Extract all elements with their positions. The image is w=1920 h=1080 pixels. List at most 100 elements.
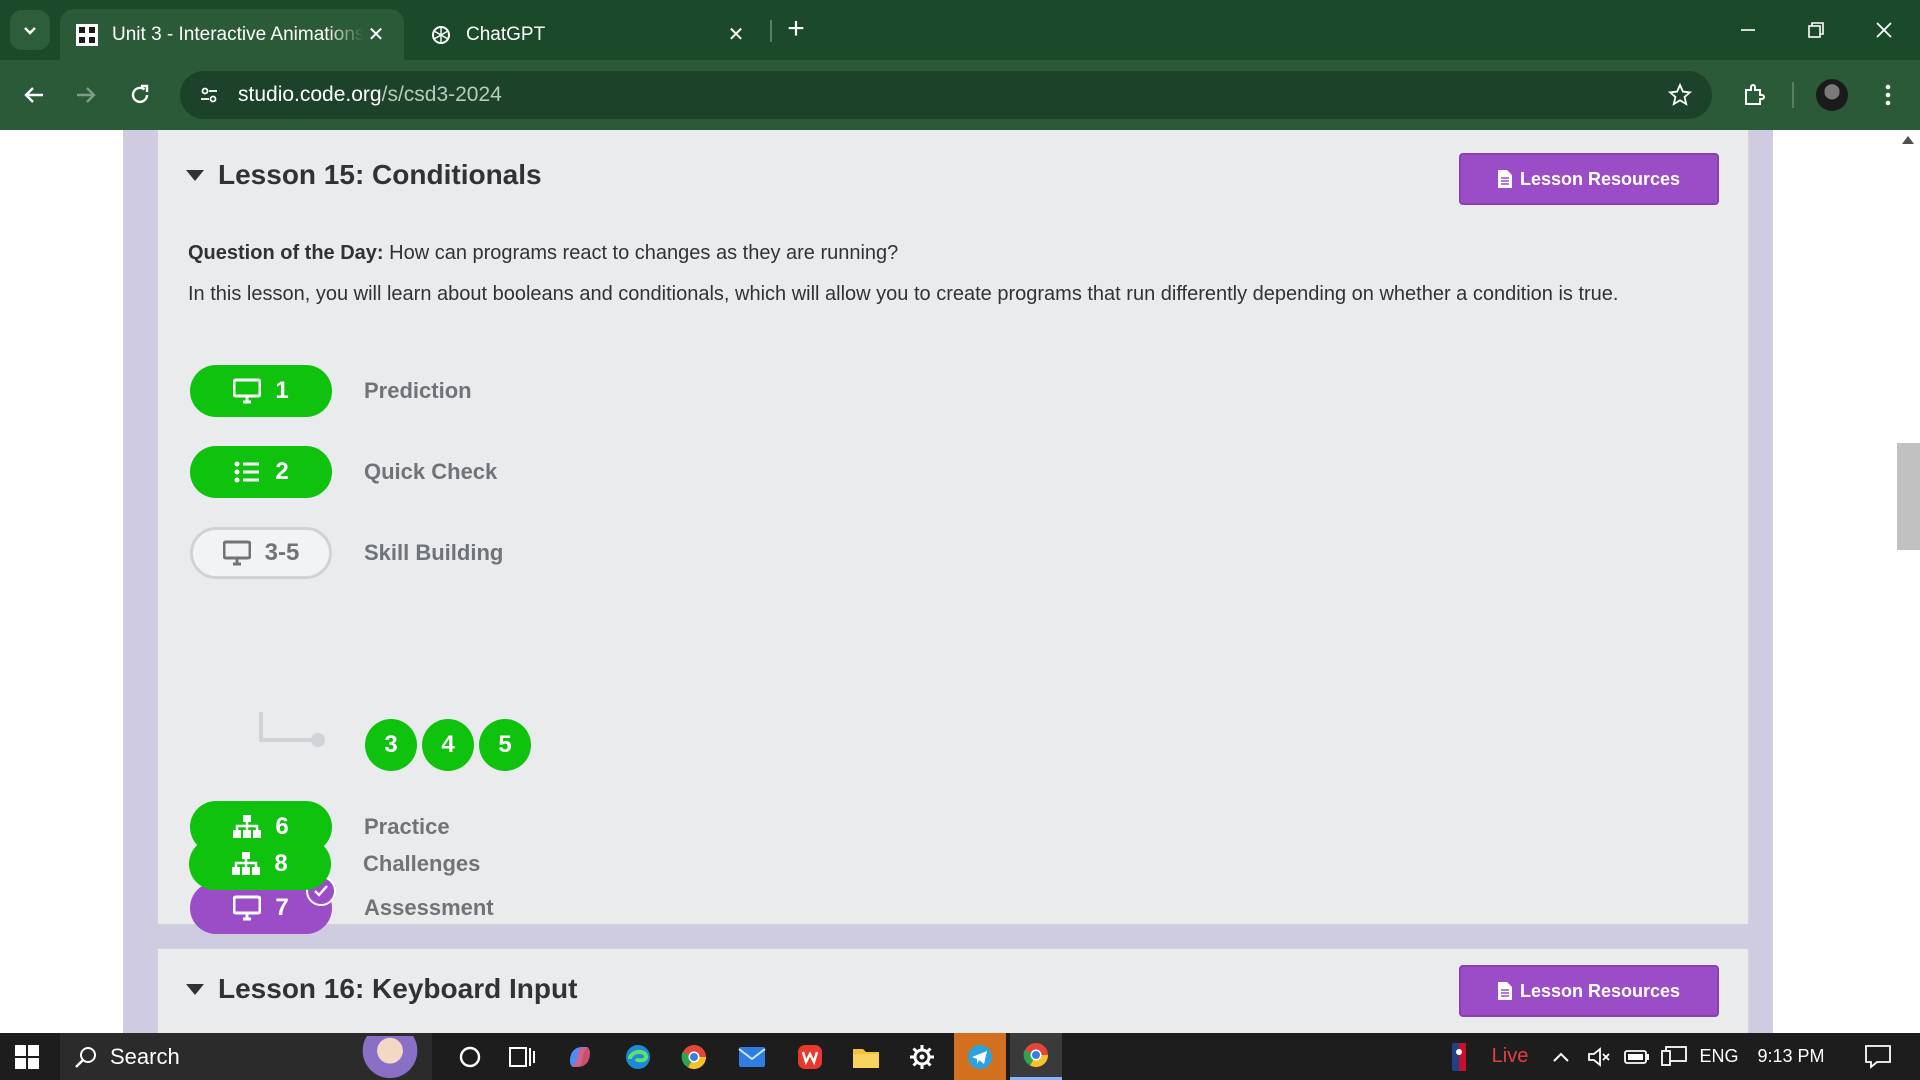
- notification-button[interactable]: [1848, 1033, 1908, 1080]
- level-name[interactable]: Practice: [364, 814, 450, 840]
- tab-title: Unit 3 - Interactive Animations a: [112, 23, 364, 45]
- hierarchy-icon: [233, 814, 262, 840]
- chatgpt-icon: [430, 24, 452, 46]
- network-icon[interactable]: [1658, 1033, 1690, 1080]
- code-org-icon: [76, 23, 98, 46]
- battery-icon[interactable]: [1622, 1033, 1652, 1080]
- windows-logo-icon: [15, 1044, 39, 1069]
- reload-button[interactable]: [120, 75, 160, 115]
- taskbar-app-edge[interactable]: [612, 1033, 664, 1080]
- copilot-icon: [570, 1046, 590, 1067]
- sublevel-bubble[interactable]: 3: [365, 719, 417, 771]
- chrome-icon: [1023, 1043, 1048, 1068]
- live-label[interactable]: Live: [1480, 1033, 1540, 1080]
- restore-button[interactable]: [1782, 0, 1850, 60]
- minimize-icon: [1741, 29, 1755, 31]
- arrow-left-icon: [24, 87, 43, 103]
- notification-icon: [1865, 1044, 1891, 1069]
- document-icon: [1497, 170, 1512, 188]
- sublevel-list: 3 4 5: [365, 719, 536, 771]
- scroll-thumb[interactable]: [1897, 443, 1920, 550]
- language-indicator[interactable]: ENG: [1696, 1033, 1742, 1080]
- back-button[interactable]: [14, 75, 54, 115]
- tab-search-button[interactable]: [10, 10, 50, 50]
- extensions-button[interactable]: [1734, 75, 1774, 115]
- taskbar-search-box[interactable]: Search: [60, 1033, 432, 1080]
- level-bubble[interactable]: 2: [190, 446, 332, 498]
- lesson-description: In this lesson, you will learn about boo…: [188, 283, 1619, 305]
- wps-icon: [798, 1044, 822, 1069]
- taskbar-app-mail[interactable]: [726, 1033, 778, 1080]
- caret-down-icon: [186, 169, 204, 181]
- browser-menu-button[interactable]: [1868, 75, 1908, 115]
- level-name[interactable]: Skill Building: [364, 540, 503, 566]
- sublevel-bubble[interactable]: 5: [479, 719, 531, 771]
- chrome-icon: [681, 1044, 706, 1069]
- taskbar-app-telegram[interactable]: [954, 1033, 1006, 1080]
- new-tab-button[interactable]: +: [780, 14, 812, 46]
- arrow-right-icon: [77, 87, 96, 103]
- sublevel-connector-dot: [311, 733, 325, 747]
- level-name[interactable]: Prediction: [364, 378, 472, 404]
- tab-title: ChatGPT: [466, 23, 546, 45]
- task-view-button[interactable]: [496, 1033, 548, 1080]
- close-window-button[interactable]: [1850, 0, 1918, 60]
- lesson-resources-label: Lesson Resources: [1519, 168, 1681, 189]
- lesson-toggle[interactable]: Lesson 15: Conditionals: [186, 159, 542, 191]
- windows-taskbar: Search Live ENG 9:13 PM: [0, 1033, 1920, 1080]
- caret-down-icon: [186, 983, 204, 995]
- close-icon: [1876, 22, 1892, 38]
- tab-divider: [770, 20, 772, 42]
- toolbar-divider: [1792, 82, 1794, 108]
- speaker-muted-icon[interactable]: [1584, 1033, 1614, 1080]
- level-bubble[interactable]: 1: [190, 365, 332, 417]
- cortana-button[interactable]: [444, 1033, 496, 1080]
- taskbar-app-wps[interactable]: [784, 1033, 836, 1080]
- lesson-title: Lesson 16: Keyboard Input: [218, 973, 578, 1004]
- tab-unit3[interactable]: Unit 3 - Interactive Animations a ✕: [60, 9, 404, 60]
- level-name[interactable]: Quick Check: [364, 459, 497, 485]
- lesson-resources-button[interactable]: Lesson Resources: [1459, 153, 1719, 205]
- monitor-icon: [222, 540, 251, 566]
- taskbar-app-copilot[interactable]: [554, 1033, 606, 1080]
- star-icon[interactable]: [1666, 81, 1694, 109]
- search-icon: [75, 1046, 96, 1068]
- close-icon[interactable]: ✕: [364, 22, 388, 47]
- page-scrollbar[interactable]: [1897, 130, 1920, 1033]
- level-group-bubble[interactable]: 3-5: [190, 527, 332, 579]
- puzzle-icon: [1745, 84, 1765, 105]
- chevron-up-icon[interactable]: [1548, 1033, 1574, 1080]
- nba-icon[interactable]: [1446, 1033, 1472, 1080]
- address-bar[interactable]: studio.code.org/s/csd3-2024: [180, 71, 1712, 119]
- edge-icon: [626, 1044, 650, 1069]
- level-bubble[interactable]: 8: [189, 838, 331, 890]
- lesson-resources-button[interactable]: Lesson Resources: [1459, 965, 1719, 1017]
- close-icon[interactable]: ✕: [724, 22, 748, 47]
- monitor-icon: [233, 895, 262, 921]
- reload-icon: [131, 84, 149, 104]
- question-of-the-day: Question of the Day: How can programs re…: [188, 242, 899, 264]
- gear-icon: [910, 1044, 934, 1069]
- minimize-button[interactable]: [1714, 0, 1782, 60]
- monitor-icon: [233, 378, 262, 404]
- lesson-toggle[interactable]: Lesson 16: Keyboard Input: [186, 973, 577, 1005]
- profile-avatar[interactable]: [1816, 79, 1848, 111]
- clock[interactable]: 9:13 PM: [1748, 1033, 1834, 1080]
- forward-button[interactable]: [66, 75, 106, 115]
- sublevel-bubble[interactable]: 4: [422, 719, 474, 771]
- site-info-icon[interactable]: [192, 78, 226, 112]
- start-button[interactable]: [0, 1033, 54, 1080]
- taskbar-app-chrome[interactable]: [668, 1033, 720, 1080]
- taskbar-app-file-explorer[interactable]: [840, 1033, 892, 1080]
- sublevel-connector: [259, 712, 319, 742]
- level-row: 1 Prediction: [190, 365, 472, 417]
- level-name[interactable]: Assessment: [364, 895, 494, 921]
- url-text: studio.code.org/s/csd3-2024: [238, 83, 502, 106]
- taskbar-app-chrome-active[interactable]: [1010, 1033, 1062, 1080]
- more-vertical-icon: [1885, 84, 1891, 106]
- search-label: Search: [110, 1043, 180, 1069]
- level-name[interactable]: Challenges: [363, 851, 480, 877]
- scroll-up-arrow[interactable]: [1902, 136, 1914, 144]
- taskbar-app-settings[interactable]: [896, 1033, 948, 1080]
- tab-chatgpt[interactable]: ChatGPT ✕: [414, 9, 764, 60]
